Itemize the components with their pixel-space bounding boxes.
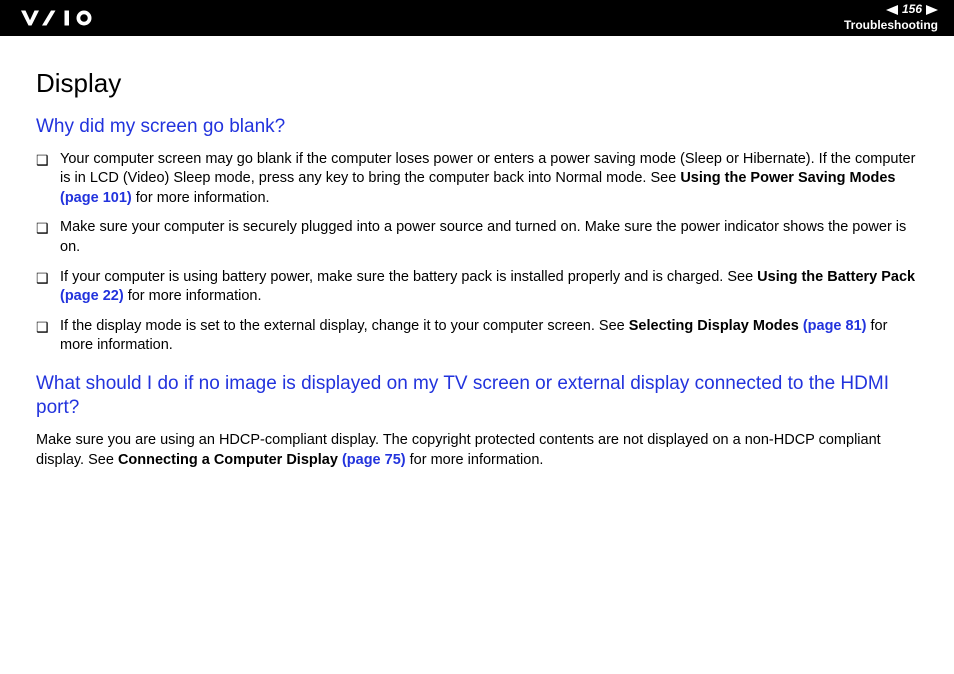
bullet-icon: ❑ [36,150,60,170]
bold-ref: Using the Battery Pack [757,269,915,285]
list-item-text: Make sure your computer is securely plug… [60,218,918,257]
bullet-icon: ❑ [36,317,60,337]
bullet-icon: ❑ [36,218,60,238]
header-bar: 156 Troubleshooting [0,0,954,36]
page-nav: 156 [844,2,938,18]
prev-page-arrow-icon[interactable] [886,5,898,15]
page-number: 156 [902,2,922,18]
bold-ref: Connecting a Computer Display [118,452,342,468]
next-page-arrow-icon[interactable] [926,5,938,15]
header-right: 156 Troubleshooting [844,2,938,33]
list-item-text: If your computer is using battery power,… [60,268,918,307]
list-item: ❑ If your computer is using battery powe… [36,268,918,307]
vaio-logo [16,9,116,27]
text-segment: for more information. [406,452,544,468]
list-item: ❑ Make sure your computer is securely pl… [36,218,918,257]
bold-ref: Selecting Display Modes [629,318,803,334]
page-link[interactable]: (page 81) [803,318,867,334]
text-segment: for more information. [132,190,270,206]
bullet-icon: ❑ [36,268,60,288]
question-2-paragraph: Make sure you are using an HDCP-complian… [36,431,918,470]
page-link[interactable]: (page 22) [60,288,124,304]
text-segment: for more information. [124,288,262,304]
list-item-text: Your computer screen may go blank if the… [60,150,918,209]
list-item: ❑ Your computer screen may go blank if t… [36,150,918,209]
bold-ref: Using the Power Saving Modes [680,170,895,186]
list-item-text: If the display mode is set to the extern… [60,317,918,356]
question-2-heading: What should I do if no image is displaye… [36,372,918,421]
question-1-heading: Why did my screen go blank? [36,115,918,140]
text-segment: If the display mode is set to the extern… [60,318,629,334]
section-label: Troubleshooting [844,18,938,34]
page-link[interactable]: (page 75) [342,452,406,468]
content-area: Display Why did my screen go blank? ❑ Yo… [0,36,954,470]
list-item: ❑ If the display mode is set to the exte… [36,317,918,356]
text-segment: Make sure your computer is securely plug… [60,219,906,255]
question-1-list: ❑ Your computer screen may go blank if t… [36,150,918,356]
text-segment: If your computer is using battery power,… [60,269,757,285]
page-link[interactable]: (page 101) [60,190,132,206]
page-title: Display [36,68,918,99]
